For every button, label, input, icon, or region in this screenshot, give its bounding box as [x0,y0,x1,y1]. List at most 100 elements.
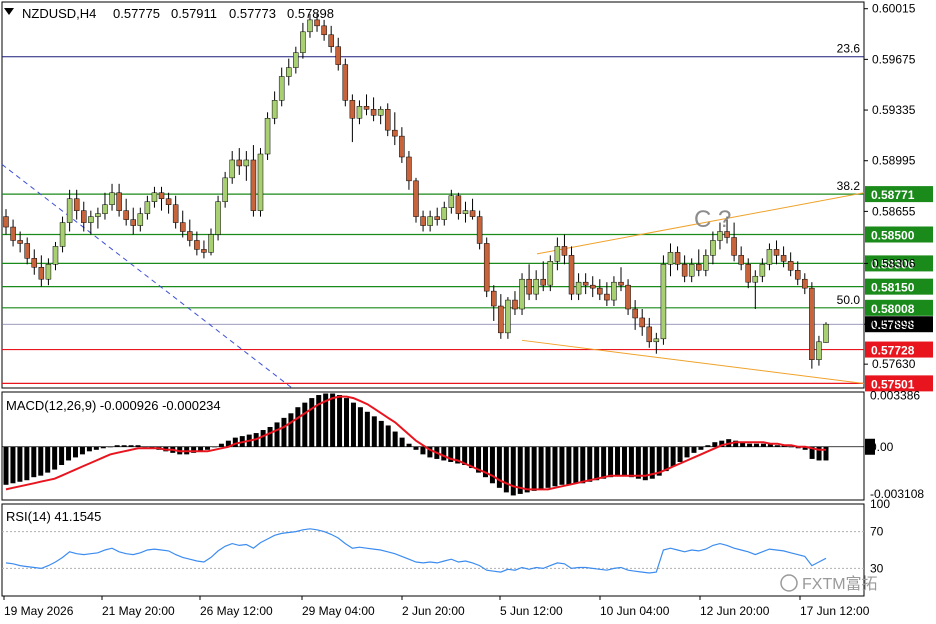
macd-histogram-bar [615,446,621,476]
macd-histogram-bar [712,442,718,447]
bear-candle [399,135,405,158]
macd-histogram-bar [114,445,120,447]
ohlc-open: 0.57775 [113,6,160,21]
macd-histogram-bar [698,446,704,450]
bear-candle [787,261,794,271]
bear-candle [639,317,645,328]
macd-histogram-bar [503,446,509,493]
bear-candle [236,159,243,167]
bull-candle [66,198,73,223]
macd-histogram-bar [406,443,412,447]
rsi-title: RSI(14) 41.1545 [6,509,101,524]
bear-candle [24,243,30,259]
fib-level-label: 50.0 [837,293,861,307]
macd-histogram-bar [121,445,127,447]
bear-candle [491,290,497,307]
bull-candle [547,261,554,286]
fib-level-label: 23.6 [837,42,861,56]
bull-candle [766,249,773,265]
macd-histogram-bar [524,446,530,493]
macd-histogram-bar [128,445,134,447]
level-price-label: 0.58008 [871,302,915,316]
bear-candle [802,278,808,289]
macd-histogram-bar [100,446,106,449]
macd-histogram-bar [288,413,294,447]
bear-candle [582,281,589,286]
bear-candle [201,249,207,253]
macd-histogram-bar [337,395,343,447]
bull-candle [307,19,313,33]
bear-candle [413,180,419,217]
macd-histogram-bar [267,426,273,447]
macd-histogram-bar [218,443,224,447]
ohlc-high: 0.57911 [171,6,217,21]
price-tick-label: 0.57898 [872,317,916,331]
bear-candle [681,264,688,277]
bear-candle [561,246,568,256]
macd-histogram-bar [17,446,23,482]
panel-frames [1,1,865,597]
macd-histogram-bar [205,446,211,450]
bull-candle [554,246,561,262]
macd-histogram-bar [45,446,51,473]
bull-candle [286,67,292,77]
macd-histogram-bar [211,446,217,448]
macd-histogram-bar [274,422,280,447]
bear-candle [738,255,744,265]
bear-candle [349,100,356,119]
macd-histogram-bar [788,446,794,448]
main-panel-frame [1,1,865,389]
macd-histogram-bar [670,446,676,467]
macd-histogram-bar [371,416,377,447]
macd-histogram-bar [677,446,683,462]
price-tick-label: 0.58995 [872,154,916,168]
macd-histogram-bar [608,446,614,478]
price-tick-label: 0.58306 [872,256,916,270]
bear-candle [370,109,377,116]
bear-candle [604,293,610,301]
bull-candle [667,252,674,265]
bear-candle [773,249,780,256]
bull-candle [257,153,264,211]
bear-candle [384,109,391,131]
macd-histogram-bar [10,446,16,484]
macd-histogram-bar [691,446,697,453]
trading-chart[interactable]: 0.58771 0.58500 0.58306 0.58150 0.58008 0.577… [0,0,936,624]
macd-histogram-bar [309,398,315,447]
bear-candle [158,192,165,199]
macd-histogram-bar [573,446,579,484]
level-price-label: 0.57728 [871,344,915,358]
macd-histogram-bar [52,446,58,470]
macd-histogram-bar [330,393,336,447]
bear-candle [625,284,631,310]
macd-histogram-bar [281,417,287,447]
bull-candle [264,117,271,155]
bear-candle [469,210,476,217]
level-price-label: 0.58500 [871,228,915,242]
macd-histogram-bar [135,445,141,447]
bull-candle [151,192,158,202]
macd-histogram-bar [510,446,516,496]
bear-candle [434,216,440,220]
macd-histogram-bar [24,446,30,481]
bear-candle [250,159,257,211]
bull-candle [377,109,384,116]
bear-candle [194,240,200,250]
level-price-label: 0.58150 [871,281,915,295]
macd-histogram-bar [66,446,72,461]
wave-annotation: C ? [694,206,731,233]
macd-histogram-bar [107,446,113,448]
bull-candle [356,106,363,119]
bear-candle [568,255,575,295]
macd-histogram-bar [93,446,99,450]
macd-histogram-bar [86,446,92,452]
bear-candle [674,252,681,265]
bear-candle [165,198,172,205]
macd-histogram-bar [580,446,586,484]
macd-histogram-bar [392,431,398,447]
macd-histogram-bar [774,445,780,447]
bull-candle [300,31,306,53]
bear-candle [597,287,603,295]
bear-candle [406,156,412,182]
time-tick-label: 2 Jun 20:00 [402,604,465,618]
